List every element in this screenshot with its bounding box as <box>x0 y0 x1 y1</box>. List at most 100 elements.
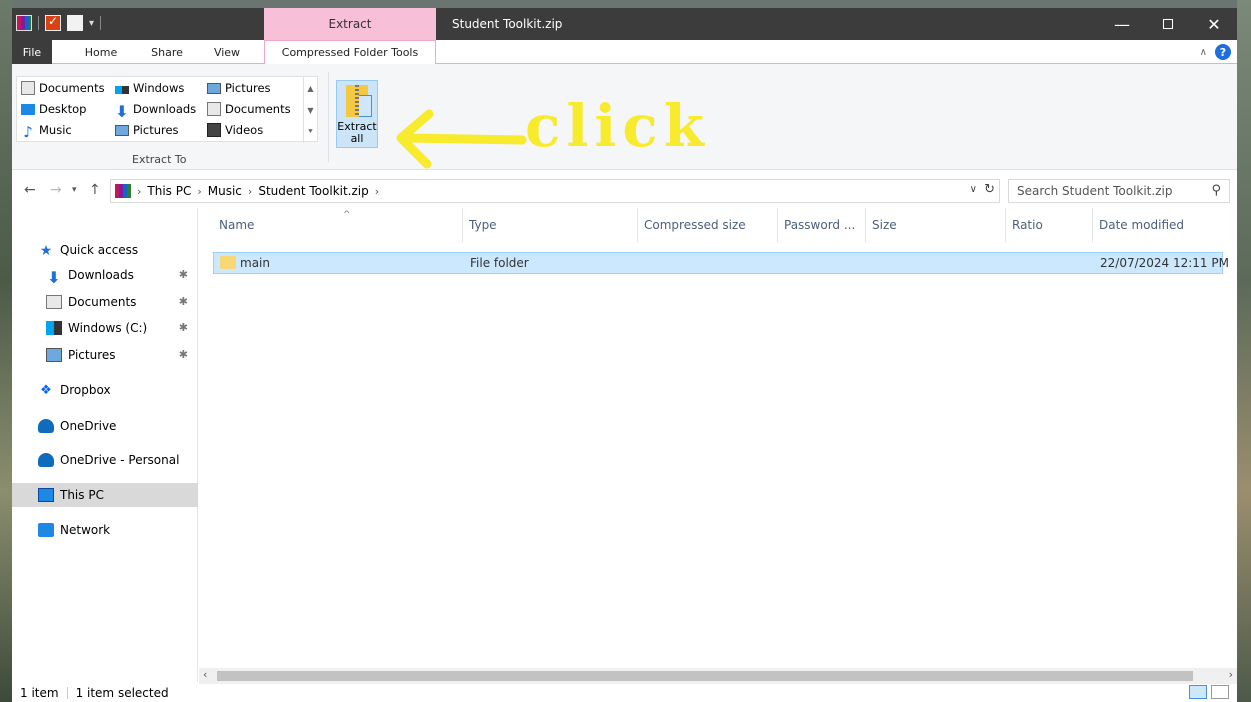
extract-to-documents-2[interactable]: Documents <box>207 102 291 116</box>
item-count: 1 item <box>20 686 59 700</box>
extract-to-pictures[interactable]: Pictures <box>207 81 271 95</box>
pictures-icon <box>46 348 62 362</box>
pin-icon[interactable]: ✱ <box>179 321 188 334</box>
desktop-background-left <box>0 0 12 702</box>
nav-item-quick-access[interactable]: ★ Quick access <box>12 238 198 262</box>
extract-all-label: Extract all <box>337 120 377 145</box>
nav-item-dropbox[interactable]: ❖ Dropbox <box>12 378 198 402</box>
large-icons-view-icon[interactable] <box>1211 685 1229 699</box>
tab-view[interactable]: View <box>206 40 248 64</box>
winrar-icon[interactable] <box>16 15 32 31</box>
nav-item-downloads[interactable]: ⬇ Downloads ✱ <box>12 263 198 287</box>
onedrive-icon <box>38 453 54 467</box>
pin-icon[interactable]: ✱ <box>179 348 188 361</box>
nav-item-documents[interactable]: Documents ✱ <box>12 290 198 314</box>
extract-context-header: Extract <box>264 8 436 40</box>
gallery-up-icon[interactable]: ▲ <box>307 77 313 99</box>
nav-item-network[interactable]: Network <box>12 518 198 542</box>
forward-arrow-icon[interactable]: → <box>50 182 62 198</box>
pin-icon[interactable]: ✱ <box>179 295 188 308</box>
status-bar: 1 item 1 item selected <box>12 684 1237 702</box>
extract-to-downloads[interactable]: ⬇ Downloads <box>115 102 196 121</box>
tab-file[interactable]: File <box>12 40 52 64</box>
nav-item-pictures[interactable]: Pictures ✱ <box>12 343 198 367</box>
horizontal-scrollbar[interactable]: ‹ › <box>199 668 1237 684</box>
up-arrow-icon[interactable]: ↑ <box>89 182 101 198</box>
pin-icon[interactable]: ✱ <box>179 268 188 281</box>
column-header-ratio[interactable]: Ratio <box>1006 208 1093 242</box>
ribbon-help-area: ∧ ? <box>1200 44 1231 60</box>
file-list: Name ^ Type Compressed size Password ...… <box>199 208 1237 668</box>
view-toggle <box>1189 685 1229 699</box>
nav-item-onedrive[interactable]: OneDrive <box>12 414 198 438</box>
refresh-icon[interactable]: ↻ <box>984 182 995 197</box>
address-row: ← → ▾ ↑ › This PC › Music › Student Tool… <box>12 176 1237 206</box>
maximize-icon <box>1163 19 1173 29</box>
column-header-size[interactable]: Size <box>866 208 1006 242</box>
computer-icon <box>38 488 54 502</box>
tab-share[interactable]: Share <box>144 40 190 64</box>
search-icon[interactable]: ⚲ <box>1211 183 1221 198</box>
scroll-right-icon[interactable]: › <box>1229 668 1233 681</box>
search-input[interactable]: Search Student Toolkit.zip ⚲ <box>1008 179 1230 203</box>
properties-icon[interactable] <box>45 14 61 31</box>
column-header-date-modified[interactable]: Date modified <box>1093 208 1223 242</box>
tab-compressed-folder-tools[interactable]: Compressed Folder Tools <box>264 40 436 65</box>
column-header-password[interactable]: Password ... <box>778 208 866 242</box>
extract-to-group-label: Extract To <box>132 153 187 166</box>
address-bar[interactable]: › This PC › Music › Student Toolkit.zip … <box>110 179 1000 203</box>
minimize-button[interactable]: — <box>1099 8 1145 40</box>
extract-all-button[interactable]: Extract all <box>336 80 378 148</box>
chevron-right-icon[interactable]: › <box>375 185 379 198</box>
address-dropdown-icon[interactable]: ∨ <box>970 184 977 195</box>
nav-item-this-pc[interactable]: This PC <box>12 483 198 507</box>
close-button[interactable]: ✕ <box>1191 8 1237 40</box>
dropbox-icon: ❖ <box>40 383 52 398</box>
gallery-down-icon[interactable]: ▼ <box>307 99 313 121</box>
customize-dropdown-icon[interactable]: ▾ <box>89 18 94 29</box>
documents-icon <box>207 102 221 116</box>
column-header-name[interactable]: Name ^ <box>213 208 463 242</box>
extract-to-pictures-2[interactable]: Pictures <box>115 123 179 137</box>
details-view-icon[interactable] <box>1189 685 1207 699</box>
breadcrumb-this-pc[interactable]: This PC <box>147 184 191 198</box>
title-bar: ▾ Extract Student Toolkit.zip — ✕ <box>12 8 1237 40</box>
table-row[interactable]: main File folder 22/07/2024 12:11 PM <box>213 252 1229 274</box>
chevron-right-icon[interactable]: › <box>248 185 252 198</box>
nav-item-onedrive-personal[interactable]: OneDrive - Personal <box>12 448 198 472</box>
ribbon-tabs: File Home Share View Compressed Folder T… <box>12 40 1237 65</box>
quick-access-toolbar: ▾ <box>16 14 102 31</box>
column-header-type[interactable]: Type <box>463 208 638 242</box>
videos-icon <box>207 123 221 137</box>
chevron-right-icon[interactable]: › <box>197 185 201 198</box>
extract-to-windows[interactable]: Windows <box>115 81 184 95</box>
search-placeholder: Search Student Toolkit.zip <box>1017 184 1173 198</box>
help-icon[interactable]: ? <box>1215 44 1231 60</box>
downloads-icon: ⬇ <box>115 102 129 121</box>
recent-locations-icon[interactable]: ▾ <box>72 185 77 195</box>
collapse-ribbon-icon[interactable]: ∧ <box>1200 47 1207 58</box>
onedrive-icon <box>38 419 54 433</box>
file-name: main <box>240 256 270 270</box>
gallery-more-icon[interactable]: ⯆ <box>307 121 313 143</box>
breadcrumb-student-toolkit[interactable]: Student Toolkit.zip <box>258 184 368 198</box>
navigation-pane: ★ Quick access ⬇ Downloads ✱ Documents ✱… <box>12 208 198 682</box>
chevron-right-icon[interactable]: › <box>137 185 141 198</box>
new-folder-icon[interactable] <box>67 15 83 31</box>
scroll-left-icon[interactable]: ‹ <box>203 668 207 681</box>
back-arrow-icon[interactable]: ← <box>24 182 36 198</box>
column-header-compressed-size[interactable]: Compressed size <box>638 208 778 242</box>
extract-to-videos[interactable]: Videos <box>207 123 263 137</box>
tab-home[interactable]: Home <box>78 40 124 64</box>
extract-to-music[interactable]: ♪ Music <box>21 123 72 141</box>
maximize-button[interactable] <box>1145 8 1191 40</box>
toolbar-divider <box>100 16 102 30</box>
extract-to-desktop[interactable]: Desktop <box>21 102 86 116</box>
nav-item-windows-c[interactable]: Windows (C:) ✱ <box>12 316 198 340</box>
scrollbar-thumb[interactable] <box>217 671 1193 681</box>
music-icon: ♪ <box>23 123 33 141</box>
breadcrumb-music[interactable]: Music <box>208 184 242 198</box>
drive-icon <box>46 321 62 335</box>
breadcrumb: › This PC › Music › Student Toolkit.zip … <box>137 184 379 198</box>
extract-to-documents[interactable]: Documents <box>21 81 105 95</box>
